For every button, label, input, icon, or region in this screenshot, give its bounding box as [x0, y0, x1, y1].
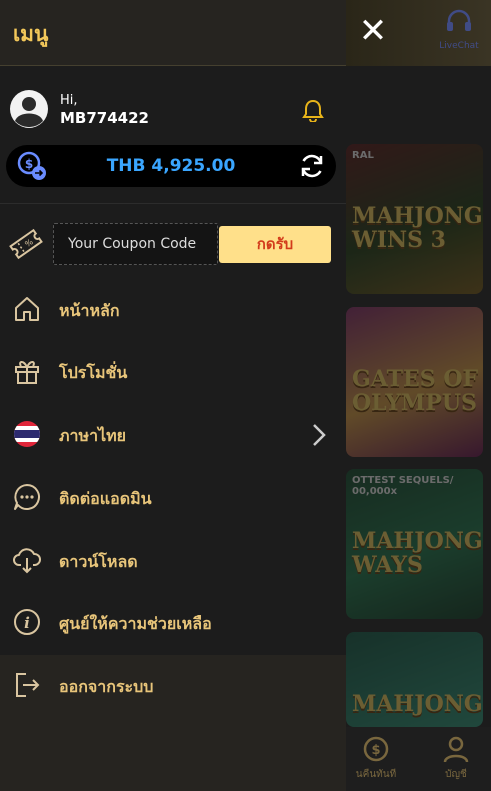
livechat-button[interactable]: LiveChat [432, 8, 486, 56]
game-title: MAHJONG WINS 3 [352, 203, 483, 253]
game-card[interactable]: MAHJONG [346, 632, 483, 727]
livechat-label: LiveChat [439, 41, 479, 51]
drawer-title: เมนู [13, 22, 49, 46]
menu-item-label: ติดต่อแอดมิน [59, 489, 152, 508]
menu-item-label: โปรโมชั่น [59, 363, 128, 382]
game-title: GATES OF OLYMPUS [352, 366, 479, 416]
game-card[interactable]: RAL MAHJONG WINS 3 [346, 144, 483, 294]
cloud-download-icon [13, 548, 41, 574]
menu-item-label: ภาษาไทย [59, 426, 127, 445]
balance-bar: $ THB 4,925.00 [6, 145, 336, 187]
menu-item-label: ศูนย์ให้ความช่วยเหลือ [59, 614, 212, 633]
divider [0, 203, 346, 204]
bottom-nav-label: นคืนทันที [355, 769, 397, 780]
menu-item-help-center[interactable]: i ศูนย์ให้ความช่วยเหลือ [0, 592, 346, 654]
info-icon: i [14, 609, 40, 635]
username: MB774422 [60, 109, 149, 127]
refresh-icon[interactable] [298, 152, 326, 180]
bottom-nav-label: บัญชี [445, 769, 467, 780]
bottom-nav-cashback[interactable]: $ นคืนทันที [346, 735, 406, 782]
chat-bubble-icon [14, 484, 40, 510]
game-title: MAHJONG WAYS [352, 528, 483, 578]
menu-item-label: หน้าหลัก [59, 301, 120, 320]
game-title: MAHJONG [352, 691, 483, 717]
bottom-nav: $ นคืนทันที บัญชี [346, 727, 491, 791]
close-menu-button[interactable]: ✕ [352, 14, 394, 48]
cashback-icon: $ [363, 736, 389, 762]
game-card[interactable]: GATES OF OLYMPUS [346, 307, 483, 457]
menu-item-promotion[interactable]: โปรโมชั่น [0, 341, 346, 403]
chevron-right-icon [313, 424, 326, 446]
ticket-icon: % [9, 228, 43, 260]
top-bar: ✕ LiveChat [346, 0, 491, 66]
menu-item-language[interactable]: ภาษาไทย [0, 404, 346, 466]
home-icon [15, 297, 39, 321]
app-screen: ✕ LiveChat RAL MAHJONG WINS 3 GATES OF O… [0, 0, 491, 791]
logout-icon [16, 673, 40, 697]
balance-amount: THB 4,925.00 [106, 156, 236, 176]
coupon-code-input[interactable]: Your Coupon Code [53, 223, 218, 265]
thai-flag-icon [14, 421, 40, 447]
user-greeting: Hi, [60, 93, 78, 108]
game-subtitle: RAL [352, 150, 374, 161]
logout-section: ออกจากระบบ [0, 655, 346, 791]
game-subtitle: OTTEST SEQUELS/ 00,000x [352, 475, 454, 497]
game-card[interactable]: OTTEST SEQUELS/ 00,000x MAHJONG WAYS [346, 469, 483, 619]
drawer-header: เมนู [0, 0, 346, 66]
side-menu-drawer: เมนู Hi, MB774422 $ THB 4,925.00 % Your … [0, 0, 346, 791]
menu-item-contact-admin[interactable]: ติดต่อแอดมิน [0, 467, 346, 529]
svg-text:i: i [24, 614, 30, 632]
bottom-nav-account[interactable]: บัญชี [426, 735, 486, 782]
menu-item-label: ดาวน์โหลด [59, 552, 138, 571]
menu-item-home[interactable]: หน้าหลัก [0, 279, 346, 341]
headset-icon [447, 9, 471, 31]
user-icon [443, 736, 469, 763]
menu-item-download[interactable]: ดาวน์โหลด [0, 530, 346, 592]
bell-icon[interactable] [302, 98, 324, 122]
gift-icon [15, 361, 39, 384]
background-content: ✕ LiveChat RAL MAHJONG WINS 3 GATES OF O… [346, 0, 491, 791]
menu-item-logout[interactable]: ออกจากระบบ [0, 655, 346, 717]
claim-coupon-button[interactable]: กดรับ [219, 226, 331, 263]
svg-text:$: $ [371, 743, 380, 758]
avatar-icon [10, 90, 48, 128]
menu-item-label: ออกจากระบบ [59, 677, 154, 696]
